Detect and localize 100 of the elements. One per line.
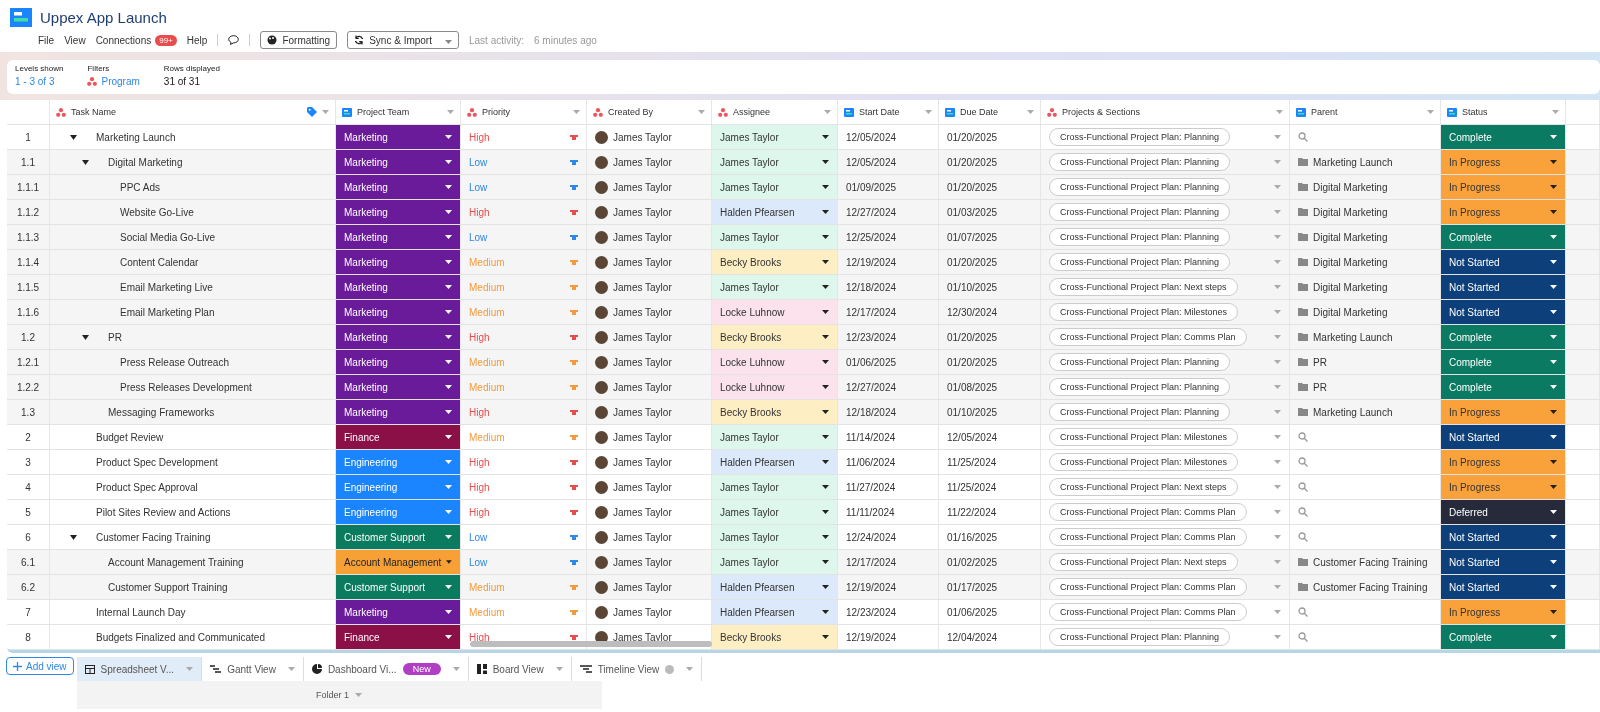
team-dropdown[interactable]: Marketing	[336, 200, 461, 224]
caret-icon[interactable]	[1550, 160, 1557, 164]
status-dropdown[interactable]: In Progress	[1441, 600, 1566, 624]
caret-icon[interactable]	[822, 435, 829, 439]
project-section-tag[interactable]: Cross-Functional Project Plan: Planning	[1049, 178, 1231, 196]
caret-icon[interactable]	[1550, 260, 1557, 264]
column-header[interactable]: Project Team	[336, 100, 461, 124]
menu-item[interactable]: File	[38, 34, 55, 46]
priority-dropdown[interactable]: High	[461, 325, 587, 349]
view-tab[interactable]: Spreadsheet V...	[76, 657, 203, 681]
folder-bar[interactable]: Folder 1	[76, 681, 602, 709]
status-dropdown[interactable]: Not Started	[1441, 550, 1566, 574]
caret-icon[interactable]	[1550, 210, 1557, 214]
caret-icon[interactable]	[445, 185, 452, 189]
caret-icon[interactable]	[445, 410, 452, 414]
assignee-dropdown[interactable]: Locke Luhnow	[712, 300, 838, 324]
team-dropdown[interactable]: Marketing	[336, 175, 461, 199]
project-section-tag[interactable]: Cross-Functional Project Plan: Planning	[1049, 228, 1231, 246]
project-section-tag[interactable]: Cross-Functional Project Plan: Planning	[1049, 628, 1231, 646]
parent-task[interactable]: Digital Marketing	[1313, 181, 1432, 193]
parent-task[interactable]: Digital Marketing	[1313, 231, 1432, 243]
column-header[interactable]: Due Date	[939, 100, 1041, 124]
caret-icon[interactable]	[445, 635, 452, 639]
status-dropdown[interactable]: In Progress	[1441, 450, 1566, 474]
menu-item[interactable]: Connections	[95, 34, 152, 46]
team-dropdown[interactable]: Marketing	[336, 225, 461, 249]
caret-icon[interactable]	[1550, 485, 1557, 489]
caret-icon[interactable]	[1550, 610, 1557, 614]
caret-icon[interactable]	[822, 160, 829, 164]
parent-task[interactable]: Digital Marketing	[1313, 206, 1432, 218]
assignee-dropdown[interactable]: Halden Pfearsen	[712, 575, 838, 599]
parent-task[interactable]: Marketing Launch	[1313, 406, 1432, 418]
caret-icon[interactable]	[445, 385, 452, 389]
caret-icon[interactable]	[445, 310, 452, 314]
parent-task[interactable]: Customer Facing Training	[1313, 581, 1432, 593]
search-icon[interactable]	[1298, 482, 1308, 492]
project-section-tag[interactable]: Cross-Functional Project Plan: Next steps	[1049, 553, 1238, 571]
caret-icon[interactable]	[822, 535, 829, 539]
caret-icon[interactable]	[822, 260, 829, 264]
caret-icon[interactable]	[822, 360, 829, 364]
project-section-tag[interactable]: Cross-Functional Project Plan: Comms Plan	[1049, 328, 1247, 346]
status-dropdown[interactable]: Not Started	[1441, 275, 1566, 299]
caret-icon[interactable]	[822, 135, 829, 139]
search-icon[interactable]	[1298, 132, 1308, 142]
team-dropdown[interactable]: Customer Support	[336, 525, 461, 549]
caret-icon[interactable]	[822, 585, 829, 589]
assignee-dropdown[interactable]: James Taylor	[712, 275, 838, 299]
team-dropdown[interactable]: Marketing	[336, 375, 461, 399]
caret-icon[interactable]	[1550, 285, 1557, 289]
column-header[interactable]: Task Name	[50, 100, 336, 124]
summary-value[interactable]: 1 - 3 of 3	[15, 76, 55, 87]
caret-icon[interactable]	[1550, 435, 1557, 439]
caret-icon[interactable]	[1550, 510, 1557, 514]
formatting-button[interactable]: Formatting	[260, 31, 338, 49]
caret-icon[interactable]	[1550, 460, 1557, 464]
parent-task[interactable]: PR	[1313, 356, 1432, 368]
assignee-dropdown[interactable]: Halden Pfearsen	[712, 600, 838, 624]
project-section-tag[interactable]: Cross-Functional Project Plan: Planning	[1049, 378, 1231, 396]
priority-dropdown[interactable]: Low	[461, 550, 587, 574]
project-section-tag[interactable]: Cross-Functional Project Plan: Comms Plan	[1049, 578, 1247, 596]
column-header[interactable]: Start Date	[838, 100, 939, 124]
parent-task[interactable]: PR	[1313, 381, 1432, 393]
caret-icon[interactable]	[445, 260, 452, 264]
search-icon[interactable]	[1298, 432, 1308, 442]
search-icon[interactable]	[1298, 507, 1308, 517]
caret-icon[interactable]	[445, 160, 452, 164]
team-dropdown[interactable]: Marketing	[336, 250, 461, 274]
caret-icon[interactable]	[445, 335, 452, 339]
status-dropdown[interactable]: In Progress	[1441, 475, 1566, 499]
assignee-dropdown[interactable]: James Taylor	[712, 525, 838, 549]
summary-value[interactable]: Program	[101, 76, 140, 87]
caret-icon[interactable]	[445, 210, 452, 214]
project-section-tag[interactable]: Cross-Functional Project Plan: Milestones	[1049, 428, 1239, 446]
project-section-tag[interactable]: Cross-Functional Project Plan: Comms Plan	[1049, 503, 1247, 521]
parent-task[interactable]: Marketing Launch	[1313, 331, 1432, 343]
project-section-tag[interactable]: Cross-Functional Project Plan: Planning	[1049, 128, 1231, 146]
caret-icon[interactable]	[822, 485, 829, 489]
help-icon[interactable]	[665, 664, 675, 674]
assignee-dropdown[interactable]: Locke Luhnow	[712, 375, 838, 399]
caret-icon[interactable]	[822, 185, 829, 189]
caret-icon[interactable]	[822, 635, 829, 639]
status-dropdown[interactable]: In Progress	[1441, 175, 1566, 199]
search-icon[interactable]	[1298, 607, 1308, 617]
assignee-dropdown[interactable]: Locke Luhnow	[712, 350, 838, 374]
priority-dropdown[interactable]: High	[461, 125, 587, 149]
project-section-tag[interactable]: Cross-Functional Project Plan: Planning	[1049, 203, 1231, 221]
project-section-tag[interactable]: Cross-Functional Project Plan: Next steps	[1049, 278, 1238, 296]
status-dropdown[interactable]: Complete	[1441, 325, 1566, 349]
team-dropdown[interactable]: Marketing	[336, 150, 461, 174]
assignee-dropdown[interactable]: Becky Brooks	[712, 400, 838, 424]
caret-icon[interactable]	[1550, 185, 1557, 189]
status-dropdown[interactable]: Complete	[1441, 125, 1566, 149]
column-header[interactable]: Projects & Sections	[1041, 100, 1290, 124]
collapse-caret-icon[interactable]	[82, 334, 89, 340]
caret-icon[interactable]	[1550, 310, 1557, 314]
priority-dropdown[interactable]: Low	[461, 150, 587, 174]
assignee-dropdown[interactable]: James Taylor	[712, 500, 838, 524]
priority-dropdown[interactable]: High	[461, 450, 587, 474]
status-dropdown[interactable]: Deferred	[1441, 500, 1566, 524]
caret-icon[interactable]	[822, 310, 829, 314]
